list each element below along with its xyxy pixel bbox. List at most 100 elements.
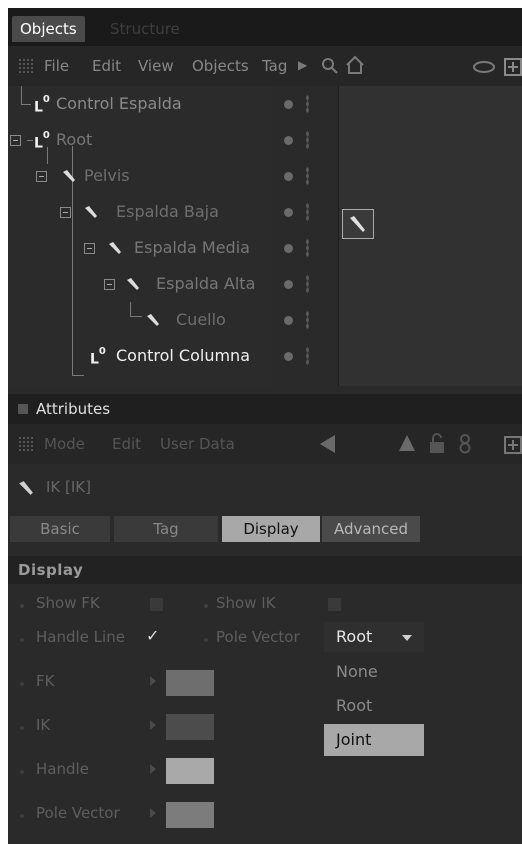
tab-objects[interactable]: Objects [12,16,85,42]
null-object-icon: L0 [34,94,50,116]
new-window-icon[interactable] [504,436,522,454]
lock-icon[interactable] [428,432,446,454]
handle-line-checkbox[interactable]: ✓ [146,628,159,644]
render-dots-icon[interactable] [306,131,309,149]
show-ik-checkbox[interactable] [328,598,341,611]
expand-arrow-icon[interactable] [150,676,156,686]
eye-icon[interactable] [472,60,496,74]
tree-row-control-columna[interactable]: L0 Control Columna [8,338,272,374]
visibility-dot-icon[interactable] [284,316,293,325]
panel-grip-icon[interactable] [18,436,34,452]
back-arrow-icon[interactable] [318,434,336,454]
new-window-icon[interactable] [504,58,522,76]
pole-vector-select[interactable]: Root [324,622,424,652]
menu-objects[interactable]: Objects [192,46,249,86]
tree-row-cuello[interactable]: Cuello [8,302,272,338]
visibility-dot-icon[interactable] [284,352,293,361]
tab-tag[interactable]: Tag [114,516,218,542]
expand-arrow-icon[interactable] [150,764,156,774]
menu-file[interactable]: File [44,46,69,86]
menu-mode[interactable]: Mode [44,424,85,464]
attributes-menubar: Mode Edit User Data [8,424,522,464]
tree-row-espalda-baja[interactable]: Espalda Baja [8,194,272,230]
pole-vector-color-swatch[interactable] [166,802,214,828]
render-dots-icon[interactable] [306,167,309,185]
tab-basic[interactable]: Basic [10,516,110,542]
tree-row-label: Root [56,130,93,149]
menu-tags[interactable]: Tag [262,46,287,86]
collapse-toggle-icon[interactable] [104,279,115,290]
animation-bullet-icon[interactable] [20,814,24,818]
dropdown-option-root[interactable]: Root [324,690,424,722]
visibility-dot-icon[interactable] [284,136,293,145]
collapse-toggle-icon[interactable] [84,243,95,254]
attributes-object-label: IK [IK] [46,478,91,496]
render-dots-icon[interactable] [306,275,309,293]
visibility-dot-icon[interactable] [284,280,293,289]
menu-edit[interactable]: Edit [112,424,141,464]
animation-bullet-icon[interactable] [20,726,24,730]
pole-vector-label: Pole Vector [216,628,300,646]
ik-tag-icon[interactable] [342,209,374,239]
more-arrow-icon[interactable]: ▶ [298,58,307,72]
collapse-toggle-icon[interactable] [10,135,21,146]
tree-row-espalda-alta[interactable]: Espalda Alta [8,266,272,302]
visibility-dot-icon[interactable] [284,244,293,253]
tree-row-label: Pelvis [84,166,130,185]
dropdown-option-joint[interactable]: Joint [324,724,424,756]
tree-branch-line [130,302,131,316]
up-arrow-icon[interactable] [398,434,416,452]
render-dots-icon[interactable] [306,95,309,113]
tab-display[interactable]: Display [222,516,320,542]
tab-structure[interactable]: Structure [102,16,188,42]
show-fk-checkbox[interactable] [150,598,163,611]
show-ik-label: Show IK [216,594,276,612]
search-icon[interactable] [320,56,340,76]
pole-vector-dropdown: None Root Joint [324,656,424,758]
object-visibility-column [272,86,338,386]
handle-line-label: Handle Line [36,628,125,646]
panel-menu-icon[interactable] [18,404,28,414]
tree-branch-line [130,316,142,317]
collapse-toggle-icon[interactable] [36,171,47,182]
fk-color-label: FK [36,672,55,690]
render-dots-icon[interactable] [306,203,309,221]
object-manager-menubar: File Edit View Objects Tag ▶ [8,46,522,86]
panel-grip-icon[interactable] [18,58,34,74]
render-dots-icon[interactable] [306,239,309,257]
dropdown-option-none[interactable]: None [324,656,424,688]
bone-icon [127,278,139,290]
tab-advanced[interactable]: Advanced [322,516,420,542]
animation-bullet-icon[interactable] [20,682,24,686]
animation-bullet-icon[interactable] [20,604,24,608]
tree-row-espalda-media[interactable]: Espalda Media [8,230,272,266]
attribute-tabs: Basic Tag Display Advanced [8,514,522,544]
tree-row-pelvis[interactable]: Pelvis [8,158,272,194]
home-icon[interactable] [344,54,366,76]
handle-color-swatch[interactable] [166,758,214,784]
render-dots-icon[interactable] [306,347,309,365]
menu-user-data[interactable]: User Data [160,424,235,464]
link-icon[interactable] [456,434,474,454]
expand-arrow-icon[interactable] [150,720,156,730]
collapse-toggle-icon[interactable] [60,207,71,218]
expand-arrow-icon[interactable] [150,808,156,818]
visibility-dot-icon[interactable] [284,100,293,109]
bone-icon [85,206,97,218]
ik-color-swatch[interactable] [166,714,214,740]
tree-row-control-espalda[interactable]: L0 Control Espalda [8,86,272,122]
animation-bullet-icon[interactable] [204,604,208,608]
fk-color-swatch[interactable] [166,670,214,696]
animation-bullet-icon[interactable] [20,638,24,642]
menu-edit[interactable]: Edit [92,46,121,86]
menu-view[interactable]: View [138,46,174,86]
visibility-dot-icon[interactable] [284,172,293,181]
bone-icon [109,242,121,254]
render-dots-icon[interactable] [306,311,309,329]
animation-bullet-icon[interactable] [20,770,24,774]
tree-row-root[interactable]: L0 Root [8,122,272,158]
tree-row-label: Control Espalda [56,94,182,113]
tree-branch-line [72,375,84,376]
visibility-dot-icon[interactable] [284,208,293,217]
animation-bullet-icon[interactable] [204,638,208,642]
